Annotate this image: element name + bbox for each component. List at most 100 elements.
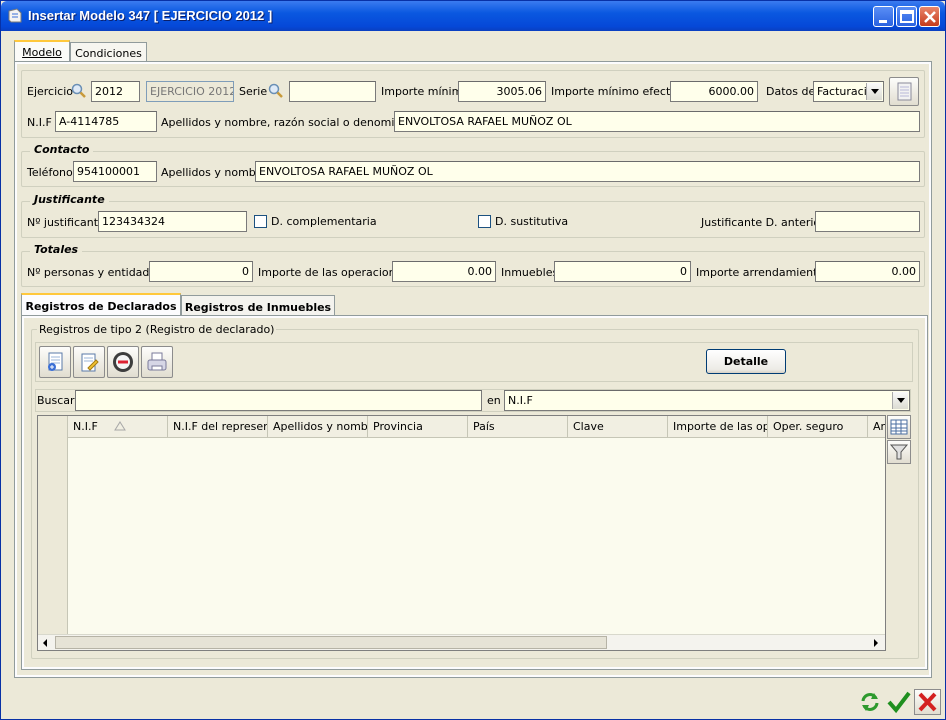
column-header-clave[interactable]: Clave xyxy=(568,416,668,437)
column-header-label: Importe de las oper xyxy=(673,420,767,433)
filter-icon xyxy=(889,444,909,460)
buscar-en-value: N.I.F xyxy=(508,394,533,407)
grid-columns-button[interactable] xyxy=(887,415,911,439)
razon-social-input[interactable]: ENVOLTOSA RAFAEL MUÑOZ OL xyxy=(394,111,920,132)
scroll-right-icon[interactable] xyxy=(871,638,881,648)
telefono-label: Teléfono xyxy=(27,166,73,179)
column-header-label: N.I.F del represent xyxy=(173,420,268,433)
tab-condiciones[interactable]: Condiciones xyxy=(70,42,147,62)
arrendamientos-input[interactable]: 0.00 xyxy=(815,261,920,282)
complementaria-checkbox[interactable] xyxy=(254,215,267,228)
column-header-label: Provincia xyxy=(373,420,423,433)
accept-button[interactable] xyxy=(886,689,912,715)
totales-title: Totales xyxy=(30,243,83,256)
cancel-icon xyxy=(918,692,937,712)
subtab-inmuebles-label: Registros de Inmuebles xyxy=(184,301,332,314)
registros-group-title: Registros de tipo 2 (Registro de declara… xyxy=(37,323,277,336)
importe-minimo-efectivo-input[interactable]: 6000.00 xyxy=(670,81,758,102)
personas-input[interactable]: 0 xyxy=(149,261,253,282)
numero-justificante-label: Nº justificante xyxy=(27,216,105,229)
column-header-label: Oper. seguro xyxy=(773,420,844,433)
notes-button[interactable] xyxy=(889,77,919,106)
serie-input[interactable] xyxy=(289,81,376,102)
window-icon xyxy=(8,8,22,23)
new-record-button[interactable] xyxy=(39,346,71,378)
title-bar[interactable]: Insertar Modelo 347 [ EJERCICIO 2012 ] xyxy=(1,1,945,31)
main-window: Insertar Modelo 347 [ EJERCICIO 2012 ] M… xyxy=(0,0,946,720)
justificante-title: Justificante xyxy=(30,193,109,206)
column-header-provincia[interactable]: Provincia xyxy=(368,416,468,437)
tab-modelo[interactable]: Modelo xyxy=(14,40,70,62)
datos-de-select[interactable]: Facturació xyxy=(813,81,884,102)
personas-label: Nº personas y entidades xyxy=(27,266,162,279)
print-button[interactable] xyxy=(141,346,173,378)
column-header-label: País xyxy=(473,420,495,433)
column-header-label: Apellidos y nombre xyxy=(273,420,368,433)
sustitutiva-checkbox[interactable] xyxy=(478,215,491,228)
datos-de-label: Datos de xyxy=(766,85,816,98)
scroll-left-icon[interactable] xyxy=(40,638,50,648)
delete-record-button[interactable] xyxy=(107,346,139,378)
column-header-arrendamiento[interactable]: Ar xyxy=(868,416,885,437)
column-header-label: Clave xyxy=(573,420,604,433)
column-header-pais[interactable]: País xyxy=(468,416,568,437)
notes-icon xyxy=(897,82,912,101)
contacto-nombre-input[interactable]: ENVOLTOSA RAFAEL MUÑOZ OL xyxy=(255,161,920,182)
telefono-input[interactable]: 954100001 xyxy=(73,161,157,182)
column-header-apellidos[interactable]: Apellidos y nombre xyxy=(268,416,368,437)
column-header-nif-representante[interactable]: N.I.F del represent xyxy=(168,416,268,437)
search-icon[interactable] xyxy=(268,83,284,99)
maximize-icon xyxy=(900,10,914,23)
column-header-label: Ar xyxy=(873,420,885,433)
ejercicio-description: EJERCICIO 2012 xyxy=(146,81,234,102)
cancel-button[interactable] xyxy=(914,689,941,715)
nif-input[interactable]: A-4114785 xyxy=(55,111,157,132)
window-title: Insertar Modelo 347 [ EJERCICIO 2012 ] xyxy=(28,8,273,23)
razon-social-label: Apellidos y nombre, razón social o denom… xyxy=(161,116,431,129)
column-header-label: N.I.F xyxy=(73,420,98,433)
accept-icon xyxy=(887,691,911,714)
subtab-inmuebles[interactable]: Registros de Inmuebles xyxy=(181,295,335,316)
ejercicio-label: Ejercicio xyxy=(27,85,73,98)
inmuebles-label: Inmuebles xyxy=(501,266,559,279)
records-grid[interactable]: N.I.F N.I.F del represent Apellidos y no… xyxy=(37,415,886,651)
column-header-importe[interactable]: Importe de las oper xyxy=(668,416,768,437)
subtab-declarados[interactable]: Registros de Declarados xyxy=(21,293,181,316)
arrendamientos-label: Importe arrendamientos xyxy=(696,266,830,279)
numero-justificante-input[interactable]: 123434324 xyxy=(98,211,247,232)
detalle-button[interactable]: Detalle xyxy=(706,349,786,374)
importe-minimo-input[interactable]: 3005.06 xyxy=(458,81,546,102)
column-header-nif[interactable]: N.I.F xyxy=(68,416,168,437)
horizontal-scrollbar[interactable] xyxy=(38,634,885,650)
minimize-icon xyxy=(879,20,887,23)
operaciones-input[interactable]: 0.00 xyxy=(392,261,496,282)
scrollbar-thumb[interactable] xyxy=(55,636,607,649)
close-button[interactable] xyxy=(919,6,940,27)
importe-minimo-efectivo-label: Importe mínimo efectivo xyxy=(551,85,687,98)
edit-record-icon xyxy=(81,353,99,372)
minimize-button[interactable] xyxy=(873,6,894,27)
contacto-nombre-label: Apellidos y nombre xyxy=(161,166,267,179)
buscar-label: Buscar xyxy=(37,394,75,407)
maximize-button[interactable] xyxy=(896,6,917,27)
refresh-button[interactable] xyxy=(857,689,883,715)
justificante-anterior-label: Justificante D. anterior xyxy=(701,216,825,229)
buscar-input[interactable] xyxy=(75,390,482,411)
buscar-en-select[interactable]: N.I.F xyxy=(504,390,910,411)
complementaria-label: D. complementaria xyxy=(271,215,377,228)
ejercicio-input[interactable]: 2012 xyxy=(91,81,140,102)
search-icon[interactable] xyxy=(71,83,87,99)
refresh-icon xyxy=(861,693,879,711)
inmuebles-input[interactable]: 0 xyxy=(554,261,691,282)
chevron-down-icon[interactable] xyxy=(892,392,908,409)
justificante-anterior-input[interactable] xyxy=(815,211,920,232)
column-header-oper-seguro[interactable]: Oper. seguro xyxy=(768,416,868,437)
tab-modelo-label: Modelo xyxy=(22,46,62,59)
chevron-down-icon[interactable] xyxy=(866,83,882,100)
edit-record-button[interactable] xyxy=(73,346,105,378)
tab-condiciones-label: Condiciones xyxy=(75,47,142,60)
subtab-declarados-label: Registros de Declarados xyxy=(25,300,177,313)
serie-label: Serie xyxy=(239,85,268,98)
en-label: en xyxy=(487,394,501,407)
filter-button[interactable] xyxy=(887,440,911,464)
